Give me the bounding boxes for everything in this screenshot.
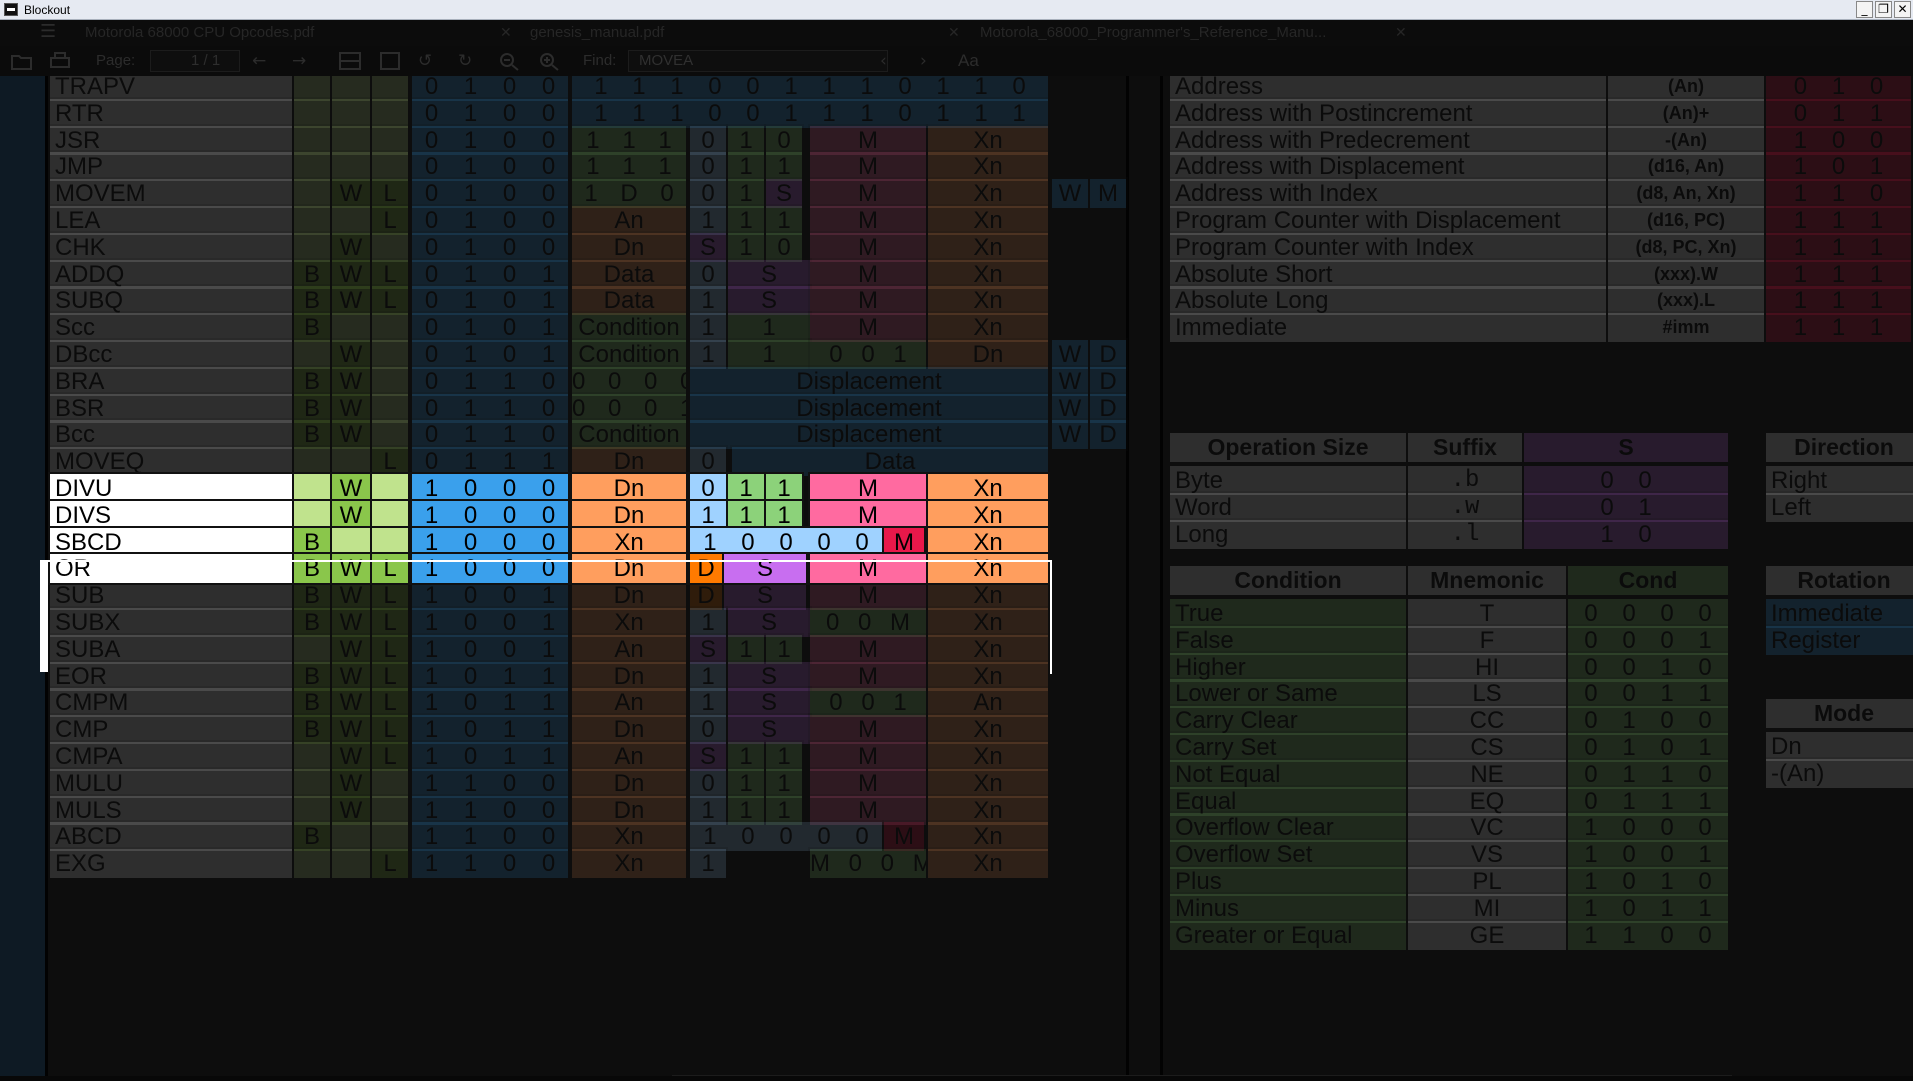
tab-close-icon[interactable]: ✕ — [500, 24, 512, 41]
addr-mode-bits-bits: 1 1 1 — [1793, 314, 1884, 342]
page-number-value: 1 — [191, 52, 200, 69]
close-button[interactable]: ✕ — [1894, 1, 1911, 18]
opcode-bits: 1100 — [410, 847, 570, 881]
minimize-button[interactable]: _ — [1856, 1, 1873, 18]
col-header: Cond — [1566, 564, 1730, 597]
page-total: / 1 — [203, 52, 221, 69]
find-prev-icon[interactable]: ‹ — [880, 51, 887, 71]
opcode-nibble: 1100 — [412, 849, 568, 878]
tab-close-icon[interactable]: ✕ — [948, 24, 960, 41]
tab-programmers-reference[interactable]: Motorola_68000_Programmer's_Reference_Ma… — [980, 24, 1326, 41]
page-divider — [1126, 76, 1129, 1076]
bit-cell: 1 — [688, 847, 728, 881]
page-divider — [1160, 76, 1163, 1076]
bit: 0 — [541, 850, 556, 878]
col-header: S — [1522, 431, 1730, 464]
direction-bit: D — [688, 552, 724, 586]
bit: 1 — [424, 555, 439, 583]
rotate-right-icon[interactable]: ↻ — [458, 51, 472, 71]
find-next-icon[interactable]: › — [920, 51, 927, 71]
selection-bar — [40, 560, 48, 672]
bit: 1 — [463, 850, 478, 878]
direction-row: Left — [1764, 490, 1913, 524]
status-strip — [0, 1076, 1913, 1081]
menu-icon[interactable]: ☰ — [40, 22, 56, 42]
opcode-name: EXG — [48, 847, 294, 881]
mode-field: M — [808, 552, 928, 586]
page-number-input[interactable]: 1 / 1 — [150, 50, 240, 72]
ext-bit: W — [1050, 418, 1090, 452]
tab-genesis-manual[interactable]: genesis_manual.pdf — [530, 24, 664, 41]
rotation-row: Register — [1764, 623, 1913, 657]
zoom-in-icon[interactable] — [538, 51, 562, 71]
size-bits: S — [722, 552, 808, 586]
print-icon[interactable] — [48, 51, 72, 71]
document-tabs: ☰ Motorola 68000 CPU Opcodes.pdf ✕ genes… — [0, 20, 1913, 46]
condition-bits-bits: 1 1 0 0 — [1584, 921, 1712, 949]
size-l: L — [370, 847, 410, 881]
size-w: W — [330, 552, 372, 586]
bit: 0 — [502, 555, 517, 583]
col-header: Condition — [1168, 564, 1408, 597]
op-size-name: Long — [1168, 517, 1408, 551]
addr-mode-name: Immediate — [1168, 311, 1608, 345]
col-header: Operation Size — [1168, 431, 1408, 464]
match-case-icon[interactable]: Aa — [958, 51, 979, 71]
op-size-bits: 1 0 — [1522, 517, 1730, 551]
op-size-suffix: .l — [1406, 517, 1524, 551]
size-w — [330, 847, 372, 881]
open-icon[interactable] — [10, 51, 34, 71]
toolbar: Page: 1 / 1 ← → ↺ ↻ Find: MOVEA ‹ › Aa — [0, 46, 1913, 76]
xn-field: Xn — [926, 552, 1050, 586]
fit-width-icon[interactable] — [338, 51, 362, 71]
bit: 0 — [463, 555, 478, 583]
restore-button[interactable]: ❐ — [1875, 1, 1892, 18]
mode_table-header: Mode — [1764, 697, 1913, 730]
zoom-out-icon[interactable] — [498, 51, 522, 71]
rotation-header: Rotation — [1764, 564, 1913, 597]
col-header: Mnemonic — [1406, 564, 1568, 597]
tab-close-icon[interactable]: ✕ — [1395, 24, 1407, 41]
condition-bits: 1 1 0 0 — [1566, 918, 1730, 952]
xn-field: Xn — [926, 847, 1050, 881]
addr-mode-bits: 1 1 1 — [1764, 311, 1913, 345]
fit-page-icon[interactable] — [378, 51, 402, 71]
mode-field: M 0 0 M — [808, 847, 928, 881]
addr-mode-syntax: #imm — [1606, 311, 1766, 345]
direction-header: Direction — [1764, 431, 1913, 464]
bit: 0 — [541, 555, 556, 583]
register-field: Xn — [570, 847, 688, 881]
size-b — [292, 847, 332, 881]
next-page-icon[interactable]: → — [292, 51, 306, 71]
col-header: Suffix — [1406, 431, 1524, 464]
rotate-left-icon[interactable]: ↺ — [418, 51, 432, 71]
ext-bit: M — [1088, 177, 1128, 211]
ext-bit: W — [1050, 177, 1090, 211]
app-icon — [4, 3, 18, 16]
tab-opcodes-pdf[interactable]: Motorola 68000 CPU Opcodes.pdf — [85, 24, 314, 41]
find-label: Find: — [583, 52, 617, 69]
mode_table-row: -(An) — [1764, 756, 1913, 790]
op-size-bits-bits: 1 0 — [1600, 520, 1652, 548]
opcode-name: OR — [48, 552, 294, 586]
prev-page-icon[interactable]: ← — [252, 51, 266, 71]
opcode-nibble: 1000 — [412, 554, 568, 583]
ext-bit: D — [1088, 418, 1128, 452]
window-titlebar: Blockout _ ❐ ✕ — [0, 0, 1913, 20]
opcode-bits: 1000 — [410, 552, 570, 586]
condition-mnemonic: GE — [1406, 918, 1568, 952]
document-viewport[interactable]: TRAPV 0 1 0 0 1 1 1 0 0 1 1 1 0 1 1 0 RTR 0 1 0 0 1… — [0, 76, 1913, 1076]
window-title: Blockout — [24, 3, 71, 17]
left-margin — [0, 76, 45, 1076]
page-label: Page: — [96, 52, 136, 69]
size-l: L — [370, 552, 410, 586]
register-field: Dn — [570, 552, 688, 586]
size-b: B — [292, 552, 332, 586]
find-input[interactable]: MOVEA — [628, 50, 888, 72]
bit: 0 — [502, 850, 517, 878]
condition-name: Greater or Equal — [1168, 918, 1408, 952]
bit: 1 — [424, 850, 439, 878]
